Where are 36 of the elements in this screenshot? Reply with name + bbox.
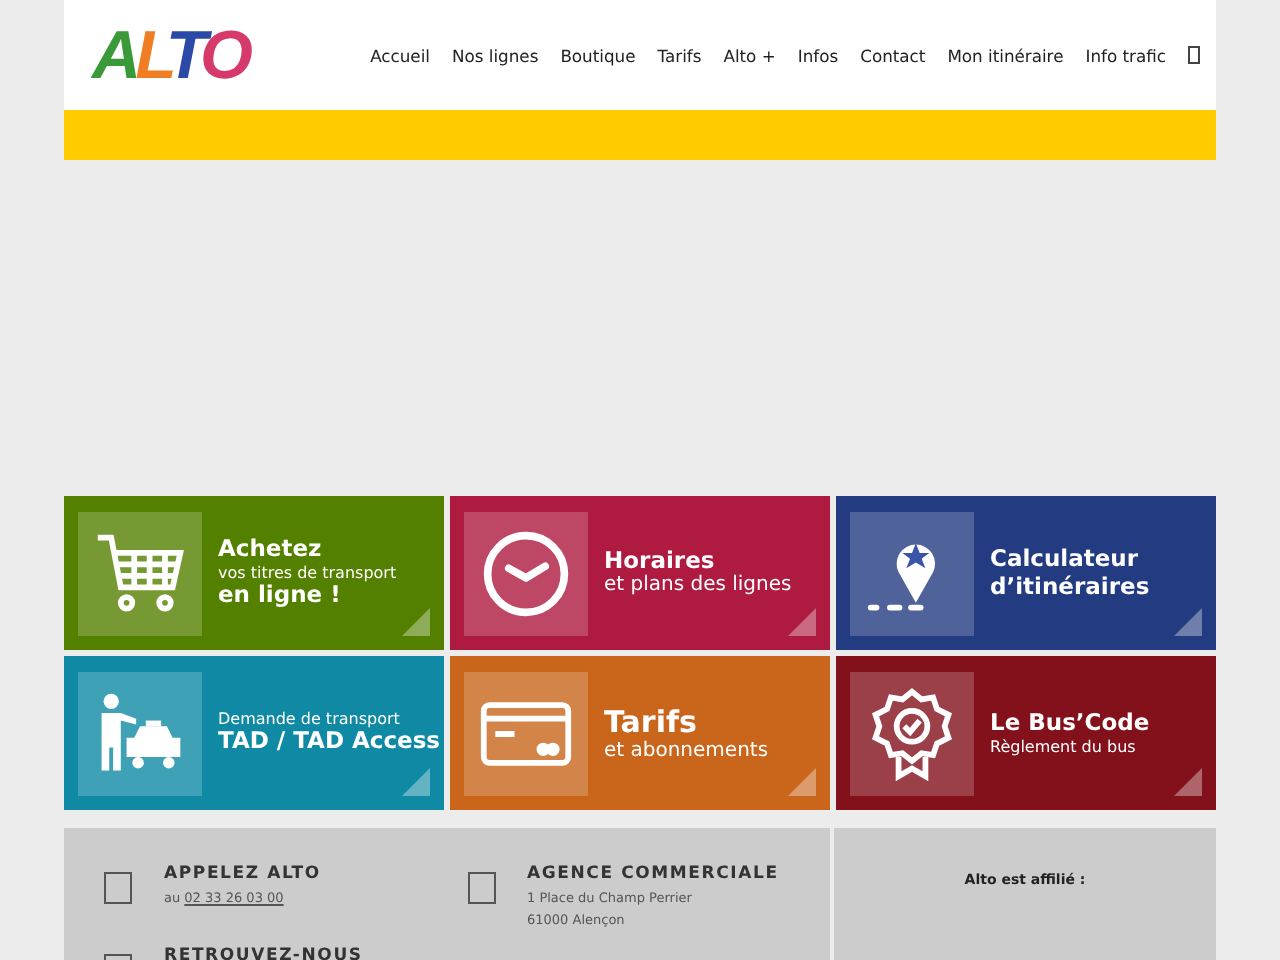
tile-text: Le Bus’Code (990, 709, 1150, 738)
service-tile[interactable]: Demande de transport TAD / TAD Access (64, 656, 444, 810)
tile-text: en ligne ! (218, 582, 341, 611)
service-tile[interactable]: Calculateur d’itinéraires (836, 496, 1216, 650)
tile-text: Achetez (218, 535, 324, 564)
nav-link[interactable]: Accueil (370, 45, 430, 65)
nav-link[interactable]: Alto + (723, 45, 776, 65)
tile-text: vos titres de transport (218, 563, 397, 583)
tile-text: et plans des lignes (604, 574, 792, 599)
square-icon (104, 872, 132, 904)
corner-triangle-icon (1174, 768, 1202, 796)
tile-text: TAD / TAD Access (218, 728, 441, 757)
square-icon (467, 872, 495, 904)
tile-text: Horaires (604, 547, 717, 574)
nav-link[interactable]: Boutique (560, 45, 636, 65)
nav-link[interactable]: Tarifs (657, 45, 702, 65)
tile-text: Règlement du bus (990, 737, 1138, 757)
service-tile[interactable]: Horaires et plans des lignes (450, 496, 830, 650)
service-tile[interactable]: Achetez vos titres de transport en ligne ! (64, 496, 444, 650)
tile-text: d’itinéraires (990, 573, 1150, 601)
contact-heading: APPELEZ ALTO (164, 864, 321, 884)
alto-logo[interactable]: ALTO (92, 21, 247, 89)
nav-link[interactable]: Contact (860, 45, 926, 65)
service-tile[interactable]: Le Bus’Code Règlement du bus (836, 656, 1216, 810)
service-tile[interactable]: Tarifs et abonnements (450, 656, 830, 810)
missing-glyph-icon[interactable] (1188, 46, 1200, 64)
contact-heading: AGENCE COMMERCIALE (527, 864, 779, 884)
nav-link[interactable]: Infos (797, 45, 839, 65)
nav-link[interactable]: Nos lignes (451, 45, 539, 65)
tile-text: Tarifs (604, 703, 699, 739)
nav-link[interactable]: Mon itinéraire (947, 45, 1064, 65)
tile-text: Calculateur (990, 545, 1141, 573)
contact-heading: RETROUVEZ-NOUS (164, 946, 363, 960)
tile-text: et abonnements (604, 739, 769, 763)
nav-link[interactable]: Info trafic (1085, 45, 1166, 65)
tile-text: Demande de transport (218, 709, 402, 729)
